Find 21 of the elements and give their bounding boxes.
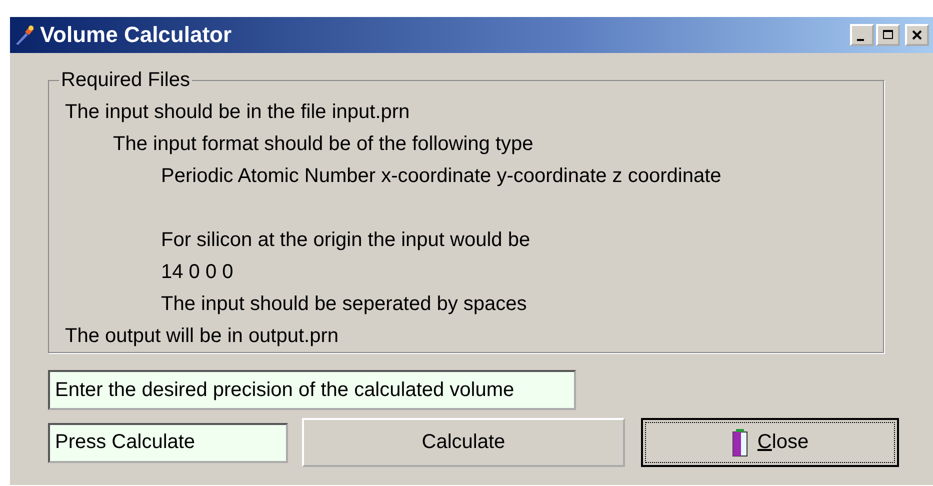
info-text: The output will be in output.prn (65, 325, 339, 347)
info-text: The input format should be of the following type (113, 133, 534, 155)
window-title: Volume Calculator (40, 22, 232, 48)
status-field[interactable]: Press Calculate (48, 422, 288, 462)
calculate-button[interactable]: Calculate (302, 418, 625, 467)
maximize-button[interactable] (876, 24, 900, 46)
door-icon (731, 428, 750, 456)
minimize-button[interactable] (850, 24, 874, 46)
info-text: The input should be in the file input.prn (65, 101, 410, 123)
group-title: Required Files (60, 69, 191, 92)
info-text: The input should be seperated by spaces (161, 293, 527, 315)
close-dialog-button[interactable]: Close (641, 418, 899, 467)
minimize-icon (857, 39, 864, 41)
torch-icon (14, 24, 36, 46)
maximize-icon (883, 30, 893, 40)
info-text: 14 0 0 0 (161, 261, 234, 283)
precision-field[interactable]: Enter the desired precision of the calculated volume (48, 370, 576, 410)
info-text: Periodic Atomic Number x-coordinate y-coordinate z coordinate (161, 165, 722, 187)
close-icon (912, 30, 922, 40)
info-text: For silicon at the origin the input would be (161, 229, 530, 251)
close-button[interactable] (905, 24, 929, 46)
